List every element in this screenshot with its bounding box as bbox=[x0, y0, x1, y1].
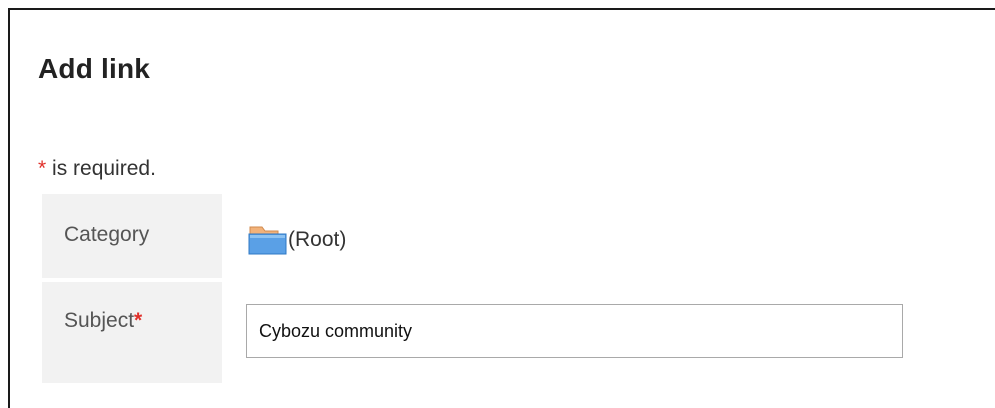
subject-label: Subject bbox=[64, 309, 135, 332]
category-label: Category bbox=[64, 223, 150, 246]
folder-icon bbox=[248, 223, 288, 255]
page-title: Add link bbox=[38, 53, 151, 84]
subject-input[interactable] bbox=[246, 304, 903, 358]
required-note: * is required. bbox=[38, 158, 156, 179]
category-value: (Root) bbox=[248, 223, 346, 255]
category-label-cell: Category bbox=[42, 194, 222, 278]
subject-label-cell: Subject* bbox=[42, 282, 222, 383]
category-root-link[interactable]: (Root) bbox=[288, 229, 346, 250]
subject-required-marker: * bbox=[134, 309, 143, 332]
required-asterisk: * bbox=[38, 157, 47, 180]
required-note-text: is required. bbox=[46, 157, 156, 180]
